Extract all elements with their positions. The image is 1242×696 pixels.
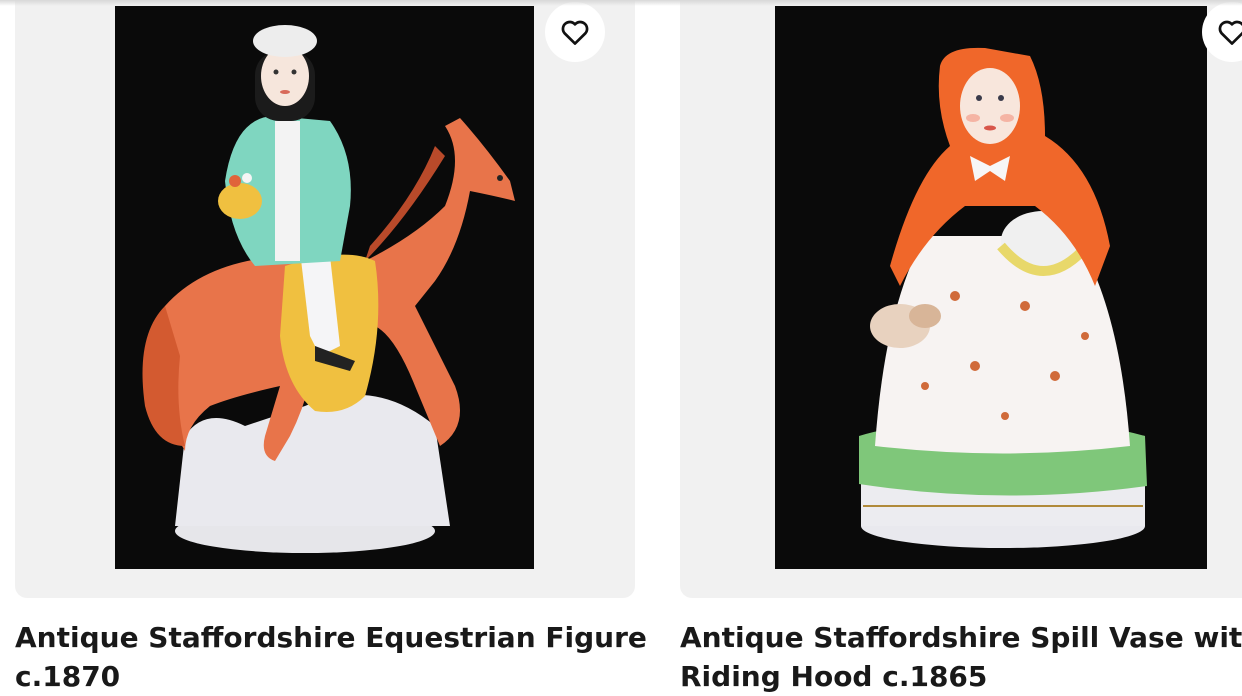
- listing-image[interactable]: [775, 6, 1207, 569]
- listing-title-line: Antique Staffordshire Spill Vase with Re: [680, 621, 1242, 654]
- listing-title-line: c.1870: [15, 660, 121, 693]
- favorite-button[interactable]: [545, 2, 605, 62]
- listing-image-panel[interactable]: [680, 0, 1242, 598]
- listing-image[interactable]: [115, 6, 534, 569]
- listing-title-link[interactable]: Antique Staffordshire Equestrian Figure …: [15, 618, 655, 696]
- listing-card[interactable]: Antique Staffordshire Spill Vase with Re…: [680, 0, 1242, 693]
- listing-title-line: Antique Staffordshire Equestrian Figure: [15, 621, 647, 654]
- heart-outline-icon: [1218, 20, 1242, 45]
- heart-outline-icon: [561, 20, 589, 45]
- header-shadow: [0, 0, 1242, 6]
- equestrian-figure-illustration: [115, 6, 534, 569]
- red-riding-hood-figure-illustration: [775, 6, 1207, 569]
- listing-title-line: Riding Hood c.1865: [680, 660, 988, 693]
- listing-image-panel[interactable]: [15, 0, 635, 598]
- listing-title-link[interactable]: Antique Staffordshire Spill Vase with Re…: [680, 618, 1242, 696]
- listing-grid: Antique Staffordshire Equestrian Figure …: [0, 0, 1242, 696]
- listing-card[interactable]: Antique Staffordshire Equestrian Figure …: [15, 0, 647, 693]
- favorite-button[interactable]: [1202, 2, 1242, 62]
